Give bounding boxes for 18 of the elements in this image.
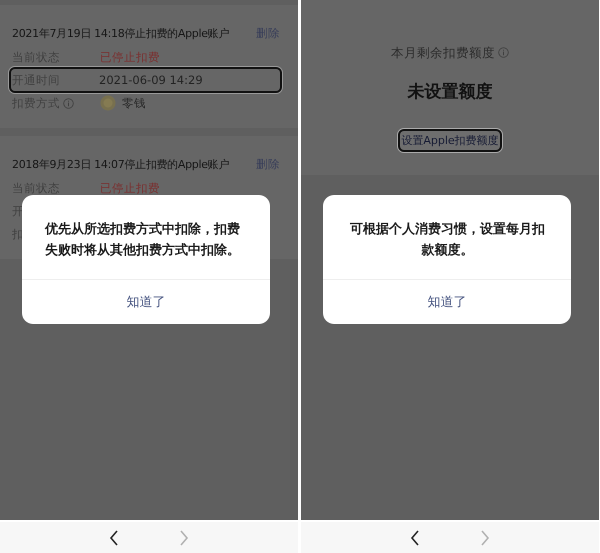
info-icon[interactable] xyxy=(498,47,509,58)
status-value: 已停止扣费 xyxy=(100,180,160,196)
time-value: 2021-06-09 14:29 xyxy=(99,73,203,87)
coin-icon xyxy=(100,95,116,111)
dialog-message: 优先从所选扣费方式中扣除，扣费失败时将从其他扣费方式中扣除。 xyxy=(22,195,270,280)
quota-value: 未设置额度 xyxy=(408,81,492,103)
ok-button[interactable]: 知道了 xyxy=(22,280,270,324)
record-title: 2018年9月23日 14:07停止扣费的Apple账户 xyxy=(12,156,230,172)
ok-button[interactable]: 知道了 xyxy=(323,280,571,324)
info-icon[interactable] xyxy=(63,98,74,108)
status-value: 已停止扣费 xyxy=(100,50,160,64)
record-title: 2021年7月19日 14:18停止扣费的Apple账户 xyxy=(12,26,230,40)
quota-label: 本月剩余扣费额度 xyxy=(391,45,495,60)
back-icon[interactable] xyxy=(410,530,420,546)
method-value: 零钱 xyxy=(122,96,146,110)
dialog-message: 可根据个人消费习惯，设置每月扣款额度。 xyxy=(323,195,571,280)
back-icon[interactable] xyxy=(109,530,119,546)
set-limit-link[interactable]: 设置Apple扣费额度 xyxy=(400,131,500,150)
